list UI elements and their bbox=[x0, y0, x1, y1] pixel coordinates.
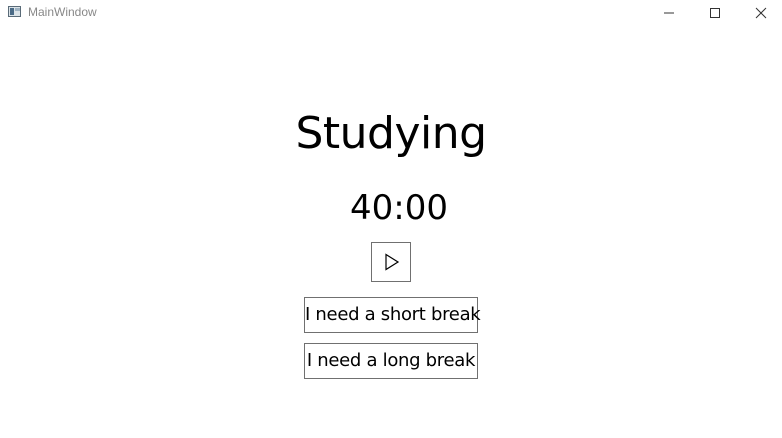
minimize-icon bbox=[664, 12, 674, 14]
minimize-button[interactable] bbox=[646, 0, 692, 26]
maximize-icon bbox=[710, 8, 720, 18]
play-icon bbox=[385, 253, 400, 271]
timer-display: 40:00 bbox=[350, 188, 448, 228]
title-bar[interactable]: MainWindow bbox=[0, 0, 782, 26]
close-button[interactable] bbox=[738, 0, 782, 26]
main-window: MainWindow Studying 40:00 I need a short… bbox=[0, 0, 782, 438]
mode-heading: Studying bbox=[295, 108, 487, 159]
close-icon bbox=[755, 7, 767, 19]
app-icon bbox=[8, 6, 21, 17]
long-break-button[interactable]: I need a long break bbox=[304, 343, 478, 379]
window-title: MainWindow bbox=[28, 5, 97, 19]
play-button[interactable] bbox=[371, 242, 411, 282]
maximize-button[interactable] bbox=[692, 0, 738, 26]
short-break-button[interactable]: I need a short break bbox=[304, 297, 481, 333]
